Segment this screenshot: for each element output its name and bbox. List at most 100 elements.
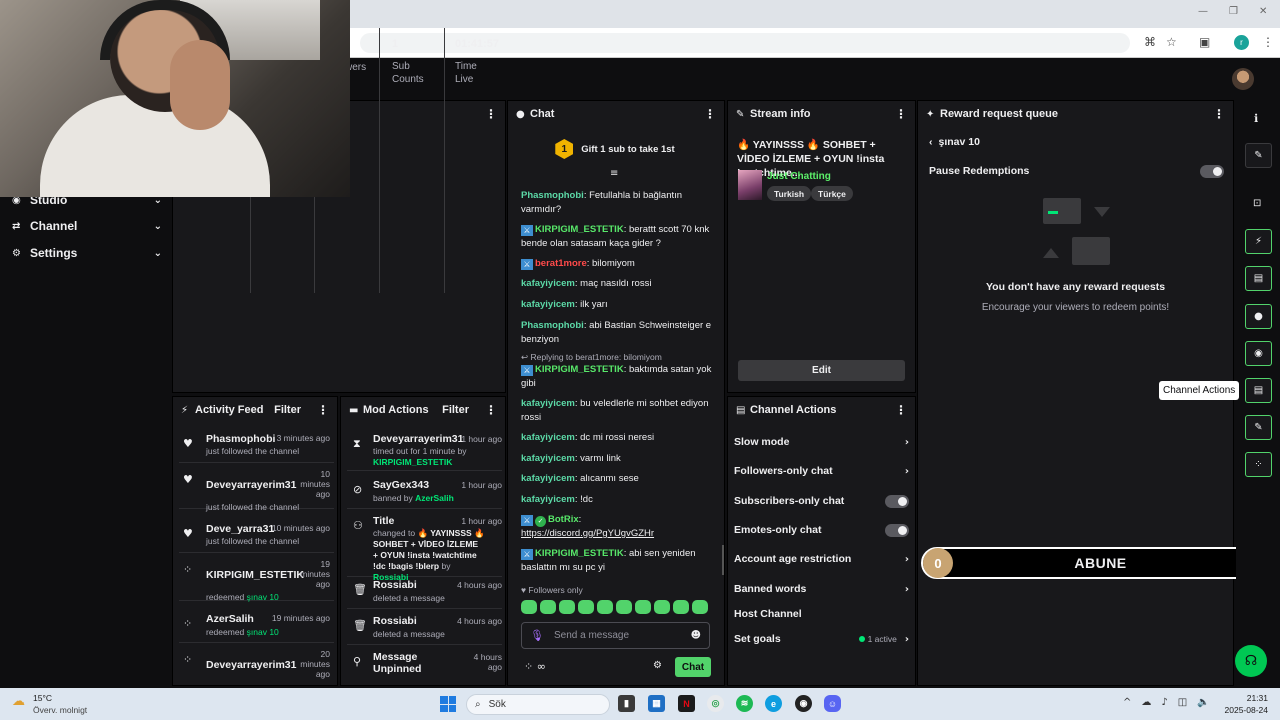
extensions-icon[interactable]: ▣ bbox=[1199, 35, 1210, 49]
restore-icon[interactable]: ❐ bbox=[1229, 6, 1238, 17]
browser-profile-icon[interactable]: r bbox=[1234, 35, 1249, 50]
sidebar-item-settings[interactable]: ⚙ Settings ⌄ bbox=[12, 243, 162, 263]
slow-mode-item[interactable]: Slow mode › bbox=[734, 434, 909, 450]
sidebar-item-channel[interactable]: ⇄ Channel ⌄ bbox=[12, 216, 162, 236]
banned-words-item[interactable]: Banned words › bbox=[734, 581, 909, 597]
chat-username[interactable]: kafayiyicem bbox=[521, 398, 575, 409]
emote-icon[interactable] bbox=[616, 600, 632, 614]
chat-scrollbar[interactable] bbox=[722, 545, 724, 575]
clip-icon[interactable]: ⊡ bbox=[1253, 198, 1261, 209]
info-icon[interactable]: ℹ bbox=[1254, 112, 1258, 125]
list-item[interactable]: ⁘ Deveyarrayerim31 20 minutes ago bbox=[179, 649, 334, 685]
list-item[interactable]: ♥ Deve_yarra31 10 minutes ago just follo… bbox=[179, 523, 334, 553]
chat-username[interactable]: kafayiyicem bbox=[521, 494, 575, 505]
filter-button[interactable]: Filter bbox=[442, 404, 469, 416]
gift-sub-banner[interactable]: 1 Gift 1 sub to take 1st bbox=[514, 138, 716, 160]
avatar[interactable] bbox=[1232, 68, 1254, 90]
more-options-icon[interactable]: ⋮ bbox=[485, 403, 497, 417]
weather-cloud-icon[interactable]: ☁ bbox=[12, 694, 30, 710]
chat-username[interactable]: KIRPIGIM_ESTETIK bbox=[535, 224, 624, 235]
list-item[interactable]: ♥ Deveyarrayerim31 10 minutes ago just f… bbox=[179, 469, 334, 512]
store-icon[interactable]: ▦ bbox=[648, 695, 665, 712]
chat-username[interactable]: kafayiyicem bbox=[521, 432, 575, 443]
chat-username[interactable]: KIRPIGIM_ESTETIK bbox=[535, 548, 624, 559]
chat-username[interactable]: kafayiyicem bbox=[521, 453, 575, 464]
set-goals-item[interactable]: Set goals 1 active › bbox=[734, 631, 909, 647]
send-chat-button[interactable]: Chat bbox=[675, 657, 711, 677]
more-options-icon[interactable]: ⋮ bbox=[895, 403, 907, 417]
list-item[interactable]: ⧗ Deveyarrayerim31 1 hour ago timed out … bbox=[347, 433, 502, 471]
list-item[interactable]: 🗑 Rossiabi 4 hours ago deleted a message bbox=[347, 615, 502, 645]
list-item[interactable]: ⊘ SayGex343 1 hour ago banned by AzerSal… bbox=[347, 479, 502, 509]
followers-only-chat-item[interactable]: Followers-only chat › bbox=[734, 463, 909, 479]
chat-message-input[interactable] bbox=[554, 630, 691, 641]
bookmark-star-icon[interactable]: ☆ bbox=[1166, 35, 1177, 49]
filter-button[interactable]: Filter bbox=[274, 404, 301, 416]
pinned-expand-icon[interactable]: ≡ bbox=[610, 168, 618, 179]
list-item[interactable]: 🗑 Rossiabi 4 hours ago deleted a message bbox=[347, 579, 502, 609]
channel-points-icon[interactable]: ⁘ bbox=[1245, 452, 1272, 477]
stream-category[interactable]: Just Chatting bbox=[767, 171, 831, 182]
host-channel-item[interactable]: Host Channel bbox=[734, 606, 909, 622]
close-window-icon[interactable]: ✕ bbox=[1259, 6, 1267, 17]
subscribers-only-toggle[interactable] bbox=[885, 494, 909, 508]
more-options-icon[interactable]: ⋮ bbox=[1213, 107, 1225, 121]
edit-stream-info-button[interactable]: Edit bbox=[738, 360, 905, 381]
discord-icon[interactable]: ☺ bbox=[824, 695, 841, 712]
lightning-icon[interactable]: ⚡ bbox=[1245, 229, 1272, 254]
chat-username[interactable]: kafayiyicem bbox=[521, 473, 575, 484]
obs-icon[interactable]: ◉ bbox=[795, 695, 812, 712]
list-item[interactable]: ⚲ Message Unpinned 4 hours ago bbox=[347, 651, 502, 685]
system-tray[interactable]: ^☁♪◫🔈 bbox=[1123, 697, 1220, 708]
notes-icon[interactable]: ▤ bbox=[1245, 266, 1272, 291]
pause-redemptions-toggle[interactable] bbox=[1200, 165, 1224, 178]
chat-username[interactable]: BotRix bbox=[548, 514, 579, 525]
chrome-icon[interactable]: ◎ bbox=[707, 695, 724, 712]
emote-icon[interactable] bbox=[578, 600, 594, 614]
taskbar-search[interactable]: ⌕ Sök bbox=[466, 694, 610, 715]
emote-icon[interactable] bbox=[540, 600, 556, 614]
translate-icon[interactable]: ⌘ bbox=[1144, 35, 1156, 49]
more-options-icon[interactable]: ⋮ bbox=[704, 107, 716, 121]
browser-menu-icon[interactable]: ⋮ bbox=[1262, 35, 1274, 49]
channel-points-icon[interactable]: ⁘ ∞ bbox=[524, 660, 546, 673]
chat-username[interactable]: berat1more bbox=[535, 258, 587, 269]
spotify-icon[interactable]: ≋ bbox=[736, 695, 753, 712]
minimize-icon[interactable]: — bbox=[1198, 6, 1208, 17]
list-item[interactable]: ♥ Phasmophobi 3 minutes ago just followe… bbox=[179, 433, 334, 463]
reward-back-button[interactable]: ‹ şınav 10 bbox=[929, 136, 980, 148]
more-options-icon[interactable]: ⋮ bbox=[317, 403, 329, 417]
chat-username[interactable]: kafayiyicem bbox=[521, 299, 575, 310]
wrench-icon[interactable]: ✎ bbox=[1245, 415, 1272, 440]
discord-link[interactable]: https://discord.gg/PgYUgvGZHr bbox=[521, 528, 654, 539]
windows-start-icon[interactable] bbox=[440, 696, 456, 712]
chat-username[interactable]: KIRPIGIM_ESTETIK bbox=[535, 364, 624, 375]
task-view-icon[interactable]: ▮ bbox=[618, 695, 635, 712]
emote-icon[interactable] bbox=[673, 600, 689, 614]
emoji-picker-icon[interactable]: ☻ bbox=[691, 630, 701, 641]
edit-pencil-icon[interactable]: ✎ bbox=[1245, 143, 1272, 168]
emotes-only-toggle[interactable] bbox=[885, 523, 909, 537]
chat-bubble-icon[interactable]: ● bbox=[1245, 304, 1272, 329]
list-item[interactable]: ⁘ KIRPIGIM_ESTETIK 19 minutes ago redeem… bbox=[179, 559, 334, 602]
channel-actions-icon[interactable]: ▤ bbox=[1245, 378, 1272, 403]
emote-icon[interactable] bbox=[635, 600, 651, 614]
netflix-icon[interactable]: N bbox=[678, 695, 695, 712]
list-item[interactable]: ⁘ AzerSalih 19 minutes ago redeemed şına… bbox=[179, 613, 334, 643]
emote-icon[interactable] bbox=[692, 600, 708, 614]
microphone-icon[interactable]: 🎙 bbox=[530, 629, 544, 643]
list-item[interactable]: ⚇ Title 1 hour ago changed to 🔥 YAYINSSS… bbox=[347, 515, 502, 582]
edge-icon[interactable]: e bbox=[765, 695, 782, 712]
more-options-icon[interactable]: ⋮ bbox=[895, 107, 907, 121]
broadcast-icon[interactable]: ◉ bbox=[1245, 341, 1272, 366]
emote-icon[interactable] bbox=[521, 600, 537, 614]
emote-icon[interactable] bbox=[654, 600, 670, 614]
emote-icon[interactable] bbox=[559, 600, 575, 614]
emote-icon[interactable] bbox=[597, 600, 613, 614]
chat-username[interactable]: Phasmophobi bbox=[521, 320, 584, 331]
account-age-restriction-item[interactable]: Account age restriction › bbox=[734, 551, 909, 567]
help-chat-icon[interactable]: ☊ bbox=[1235, 645, 1267, 677]
gear-icon[interactable]: ⚙ bbox=[653, 660, 662, 671]
chat-username[interactable]: Phasmophobi bbox=[521, 190, 584, 201]
chat-username[interactable]: kafayiyicem bbox=[521, 278, 575, 289]
